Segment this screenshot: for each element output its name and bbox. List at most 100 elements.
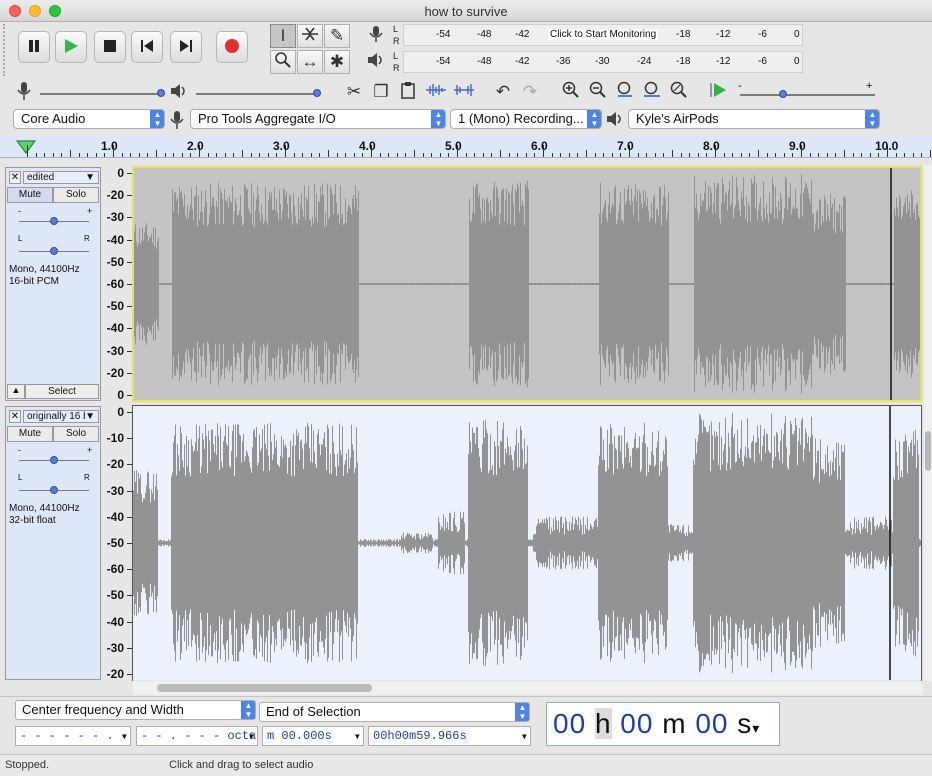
horizontal-scrollbar[interactable] <box>133 681 923 695</box>
undo-button[interactable]: ↶ <box>491 80 515 104</box>
ruler-tick <box>482 153 484 157</box>
select-track-button[interactable]: Select <box>25 384 99 399</box>
amplitude-label: -50 <box>106 588 124 603</box>
silence-button[interactable] <box>452 80 476 104</box>
play-at-speed-button[interactable] <box>706 80 730 104</box>
seconds-label: s <box>737 708 753 739</box>
cut-button[interactable]: ✂ <box>342 80 366 104</box>
play-meter-button[interactable] <box>364 50 388 74</box>
trim-button[interactable] <box>424 80 448 104</box>
playback-meter[interactable]: -54 -48 -42 -36 -30 -24 -18 -12 -6 0 <box>403 51 803 73</box>
track-vertical-ruler[interactable]: 0 -20 -30 -40 -50 -60 -50 -40 -30 -20 0 <box>102 166 132 402</box>
timeline-ruler[interactable]: 1.0 2.0 3.0 4.0 5.0 6.0 7.0 8.0 9.0 10.0 <box>0 136 932 158</box>
ruler-tick <box>577 153 579 157</box>
vertical-scroll-thumb[interactable] <box>925 431 931 471</box>
ruler-tick <box>534 153 536 157</box>
gain-slider-knob[interactable] <box>50 456 58 464</box>
fit-selection-button[interactable] <box>613 80 637 104</box>
record-volume-knob[interactable] <box>157 89 165 97</box>
chevron-updown-icon: ▲ ▼ <box>865 110 879 128</box>
solo-button[interactable]: Solo <box>53 187 99 203</box>
skip-to-start-button[interactable] <box>131 31 163 63</box>
selection-range-select[interactable]: End of Selection ▲ ▼ <box>259 702 530 722</box>
amplitude-label: -30 <box>106 640 124 655</box>
selection-range-value: End of Selection <box>266 704 361 719</box>
record-icon <box>224 38 240 57</box>
ruler-tick <box>121 153 123 157</box>
gain-slider-knob[interactable] <box>50 217 58 225</box>
pan-slider-knob[interactable] <box>50 247 58 255</box>
playback-speed-knob[interactable] <box>779 90 787 98</box>
stop-button[interactable] <box>94 31 126 63</box>
bandwidth-field[interactable]: - - . - - - octaves▾ <box>136 726 258 746</box>
play-button[interactable] <box>55 31 87 63</box>
selection-tool[interactable]: I <box>270 24 296 48</box>
ruler-tick <box>594 153 596 157</box>
time-hours: 00 <box>553 708 587 739</box>
pause-button[interactable] <box>18 31 50 63</box>
multi-tool-icon: ✱ <box>329 52 345 71</box>
record-volume-slider[interactable] <box>40 93 165 95</box>
selection-end-field[interactable]: 00h00m59.966s ▾ <box>368 726 531 746</box>
zoom-tool[interactable] <box>270 50 296 74</box>
vertical-scrollbar[interactable] <box>924 165 932 681</box>
redo-button[interactable]: ↷ <box>518 80 542 104</box>
draw-tool-icon: ✎ <box>329 26 345 45</box>
collapse-track-button[interactable]: ▲ <box>7 384 25 399</box>
playback-volume-knob[interactable] <box>313 89 321 97</box>
selection-start-field[interactable]: m 00.000s ▾ <box>262 726 364 746</box>
waveform-original[interactable] <box>133 406 921 680</box>
close-track-button[interactable]: ✕ <box>9 171 21 184</box>
end-unit: s <box>459 729 467 743</box>
pan-slider-knob[interactable] <box>50 486 58 494</box>
playback-speed-slider[interactable] <box>740 94 875 96</box>
monitor-hint[interactable]: Click to Start Monitoring <box>548 29 659 40</box>
track-bit-depth: 32-bit float <box>9 515 56 526</box>
center-frequency-field[interactable]: - - - - - - . - - Hz▾ <box>15 726 131 746</box>
track-control-panel: ✕ edited ▼ Mute Solo - + L R Mono, 44100H… <box>5 167 101 401</box>
track-format: Mono, 44100Hz <box>9 264 80 275</box>
copy-button[interactable]: ❐ <box>369 80 393 104</box>
record-meter-button[interactable] <box>364 24 388 48</box>
ruler-tick <box>319 153 321 157</box>
close-track-button[interactable]: ✕ <box>9 410 21 423</box>
zoom-out-button[interactable] <box>586 80 610 104</box>
multi-tool[interactable]: ✱ <box>324 50 350 74</box>
track-vertical-ruler[interactable]: 0 -10 -20 -30 -40 -50 -60 -50 -40 -30 -20 <box>102 405 132 681</box>
track-menu-button[interactable]: edited ▼ <box>23 171 99 184</box>
zoom-toggle-button[interactable] <box>667 80 691 104</box>
ruler-tick <box>156 150 157 157</box>
envelope-tool[interactable] <box>297 24 323 48</box>
audio-host-select[interactable]: Core Audio ▲ ▼ <box>13 109 165 129</box>
play-head-icon[interactable] <box>15 139 37 158</box>
output-device-select[interactable]: Kyle's AirPods ▲ ▼ <box>628 109 880 129</box>
selection-mode-select[interactable]: Center frequency and Width ▲ ▼ <box>15 700 256 720</box>
solo-button[interactable]: Solo <box>53 426 99 442</box>
input-channels-select[interactable]: 1 (Mono) Recording... ▲ ▼ <box>450 109 602 129</box>
record-meter[interactable]: -54 -48 -42 Click to Start Monitoring -1… <box>403 24 803 46</box>
draw-tool[interactable]: ✎ <box>324 24 350 48</box>
playback-volume-slider[interactable] <box>196 93 321 95</box>
audio-position-display[interactable]: 00 h 00 m 00 s▾ <box>546 702 780 746</box>
waveform-edited[interactable] <box>134 168 920 400</box>
mute-button[interactable]: Mute <box>7 426 53 442</box>
zoom-in-button[interactable] <box>559 80 583 104</box>
speed-plus: + <box>866 80 873 92</box>
track-name: originally 16 b <box>27 411 89 422</box>
timeshift-tool[interactable]: ↔ <box>297 50 323 74</box>
ruler-tick <box>388 153 390 157</box>
chevron-updown-icon: ▲ ▼ <box>431 110 445 128</box>
input-device-select[interactable]: Pro Tools Aggregate I/O ▲ ▼ <box>190 109 446 129</box>
track-menu-button[interactable]: originally 16 b ▼ <box>23 410 99 423</box>
amplitude-label: -40 <box>106 321 124 336</box>
fit-project-button[interactable] <box>640 80 664 104</box>
record-button[interactable] <box>216 31 248 63</box>
redo-icon: ↷ <box>522 82 538 101</box>
toolbar-grip[interactable] <box>3 24 9 76</box>
mute-button[interactable]: Mute <box>7 187 53 203</box>
skip-to-end-button[interactable] <box>170 31 202 63</box>
ruler-tick <box>792 153 794 157</box>
paste-button[interactable] <box>396 80 420 104</box>
horizontal-scroll-thumb[interactable] <box>157 684 372 692</box>
ruler-tick <box>431 153 433 157</box>
